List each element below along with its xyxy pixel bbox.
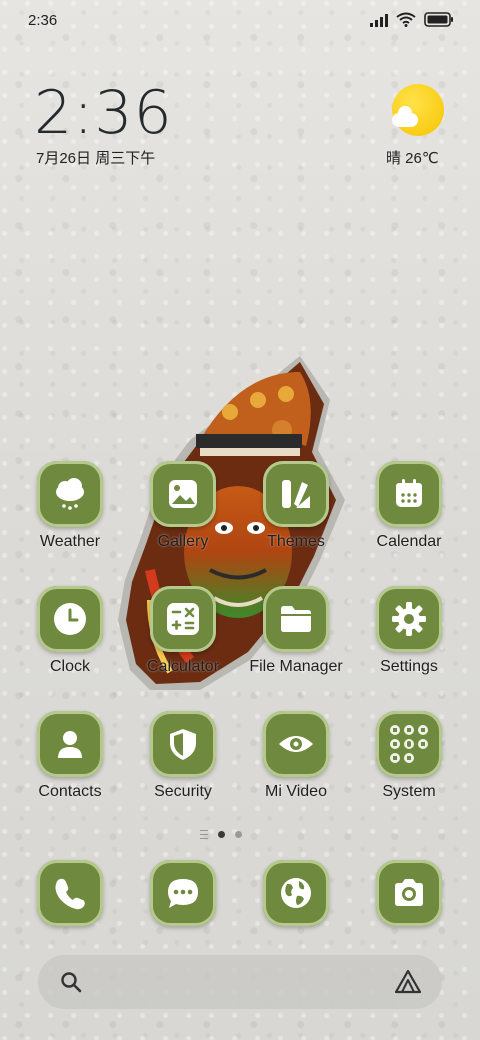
search-icon[interactable]: [60, 971, 82, 993]
app-label: Calendar: [376, 533, 442, 550]
app-clock[interactable]: Clock: [15, 586, 125, 676]
folder-icon: [263, 586, 329, 652]
weather-icon: [37, 461, 103, 527]
contacts-icon: [37, 711, 103, 777]
app-calendar[interactable]: Calendar: [354, 461, 464, 551]
status-time: 2:36: [28, 12, 58, 29]
calculator-icon: [150, 586, 216, 652]
app-label: Security: [154, 783, 212, 800]
signal-icon: [370, 13, 388, 27]
list-view-icon: [200, 830, 208, 839]
themes-icon: [263, 461, 329, 527]
status-icons: [370, 12, 454, 27]
app-calculator[interactable]: Calculator: [128, 586, 238, 676]
app-label: Clock: [49, 658, 90, 675]
app-security[interactable]: Security: [128, 711, 238, 801]
app-label: Gallery: [157, 533, 209, 550]
assistant-icon[interactable]: [394, 969, 422, 995]
app-themes[interactable]: Themes: [241, 461, 351, 551]
clock-widget-time[interactable]: 2:36: [34, 78, 173, 148]
dock-camera[interactable]: [354, 860, 464, 926]
globe-icon: [263, 860, 329, 926]
app-label: Weather: [39, 533, 101, 550]
wifi-icon: [396, 12, 416, 27]
page-dot-active: [218, 831, 225, 838]
weather-condition-temp: 晴 26℃: [386, 150, 439, 167]
dock-messages[interactable]: [128, 860, 238, 926]
app-contacts[interactable]: Contacts: [15, 711, 125, 801]
system-folder-icon: [376, 711, 442, 777]
app-settings[interactable]: Settings: [354, 586, 464, 676]
app-weather[interactable]: Weather: [15, 461, 125, 551]
app-mi-video[interactable]: Mi Video: [241, 711, 351, 801]
chat-icon: [150, 860, 216, 926]
app-label: Mi Video: [265, 783, 327, 800]
search-bar[interactable]: [38, 955, 442, 1009]
phone-icon: [37, 860, 103, 926]
app-label: Calculator: [146, 658, 220, 675]
calendar-icon: [376, 461, 442, 527]
status-bar: 2:36: [0, 0, 480, 40]
app-label: Settings: [380, 658, 438, 675]
gallery-icon: [150, 461, 216, 527]
dock-phone[interactable]: [15, 860, 125, 926]
app-file-manager[interactable]: File Manager: [241, 586, 351, 676]
app-system-folder[interactable]: System: [354, 711, 464, 801]
clock-icon: [37, 586, 103, 652]
app-label: Contacts: [38, 783, 102, 800]
camera-icon: [376, 860, 442, 926]
app-gallery[interactable]: Gallery: [128, 461, 238, 551]
gear-icon: [376, 586, 442, 652]
shield-icon: [150, 711, 216, 777]
app-label: System: [382, 783, 436, 800]
page-dot: [235, 831, 242, 838]
app-label: Themes: [267, 533, 325, 550]
battery-icon: [424, 12, 453, 27]
eye-icon: [263, 711, 329, 777]
cloud-icon: [392, 106, 418, 127]
page-indicator[interactable]: [200, 830, 242, 839]
dock-browser[interactable]: [241, 860, 351, 926]
clock-widget-date[interactable]: 7月26日 周三下午: [36, 147, 155, 168]
app-label: File Manager: [249, 658, 343, 675]
